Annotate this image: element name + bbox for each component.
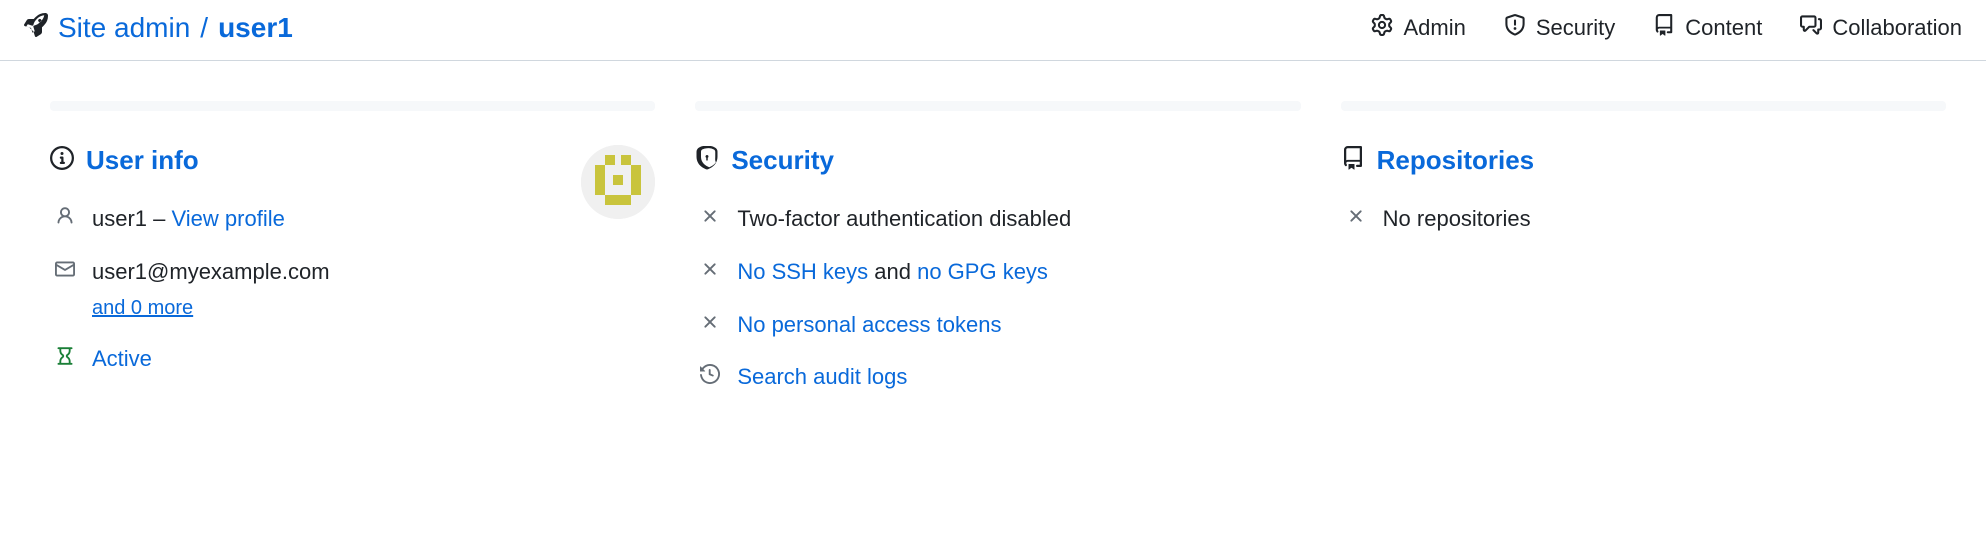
topnav: Admin Security Content Collaboration bbox=[1371, 14, 1962, 42]
history-icon bbox=[699, 364, 721, 384]
breadcrumb-site-admin[interactable]: Site admin bbox=[58, 12, 190, 44]
row-no-repos: No repositories bbox=[1345, 204, 1946, 235]
no-pat-link[interactable]: No personal access tokens bbox=[737, 312, 1001, 337]
panel-security: Security Two-factor authentication disab… bbox=[695, 101, 1300, 415]
hourglass-icon bbox=[54, 346, 76, 366]
nav-content-label: Content bbox=[1685, 15, 1762, 41]
row-username: user1 – View profile bbox=[54, 204, 330, 235]
x-icon bbox=[699, 206, 721, 226]
panel-repos: Repositories No repositories bbox=[1341, 101, 1946, 415]
x-icon bbox=[1345, 206, 1367, 226]
username-text: user1 bbox=[92, 206, 147, 231]
panel-userinfo-header: User info bbox=[50, 145, 330, 176]
panel-topbar bbox=[695, 101, 1300, 111]
no-gpg-link[interactable]: no GPG keys bbox=[917, 259, 1048, 284]
nav-security-label: Security bbox=[1536, 15, 1615, 41]
panel-userinfo-title[interactable]: User info bbox=[86, 145, 199, 176]
x-icon bbox=[699, 259, 721, 279]
and-text: and bbox=[868, 259, 917, 284]
no-repos-text: No repositories bbox=[1383, 204, 1946, 235]
rocket-icon bbox=[24, 12, 48, 44]
row-email: user1@myexample.com and 0 more bbox=[54, 257, 330, 323]
nav-admin[interactable]: Admin bbox=[1371, 14, 1465, 42]
breadcrumb-sep: / bbox=[200, 12, 208, 44]
repo-icon bbox=[1653, 14, 1675, 42]
row-active: Active bbox=[54, 344, 330, 375]
view-profile-link[interactable]: View profile bbox=[172, 206, 285, 231]
panel-topbar bbox=[1341, 101, 1946, 111]
info-icon bbox=[50, 146, 74, 176]
nav-collaboration-label: Collaboration bbox=[1832, 15, 1962, 41]
panel-security-header: Security bbox=[695, 145, 1300, 176]
repo-icon bbox=[1341, 146, 1365, 176]
panel-repos-title[interactable]: Repositories bbox=[1377, 145, 1535, 176]
audit-link[interactable]: Search audit logs bbox=[737, 364, 907, 389]
shield-lock-icon bbox=[695, 146, 719, 176]
email-text: user1@myexample.com bbox=[92, 259, 330, 284]
row-pat: No personal access tokens bbox=[699, 310, 1300, 341]
content: User info user1 – View profile bbox=[0, 61, 1986, 455]
panel-repos-header: Repositories bbox=[1341, 145, 1946, 176]
breadcrumb-username[interactable]: user1 bbox=[218, 12, 293, 44]
row-twofa: Two-factor authentication disabled bbox=[699, 204, 1300, 235]
mail-icon bbox=[54, 259, 76, 279]
breadcrumb: Site admin / user1 bbox=[24, 12, 293, 44]
twofa-text: Two-factor authentication disabled bbox=[737, 204, 1300, 235]
nav-collaboration[interactable]: Collaboration bbox=[1800, 14, 1962, 42]
discussion-icon bbox=[1800, 14, 1822, 42]
nav-content[interactable]: Content bbox=[1653, 14, 1762, 42]
panel-userinfo: User info user1 – View profile bbox=[50, 101, 655, 415]
x-icon bbox=[699, 312, 721, 332]
row-audit: Search audit logs bbox=[699, 362, 1300, 393]
and-more-link[interactable]: and 0 more bbox=[92, 294, 193, 322]
no-ssh-link[interactable]: No SSH keys bbox=[737, 259, 868, 284]
dash: – bbox=[147, 206, 171, 231]
panel-topbar bbox=[50, 101, 655, 111]
avatar bbox=[581, 145, 655, 219]
row-keys: No SSH keys and no GPG keys bbox=[699, 257, 1300, 288]
shield-icon bbox=[1504, 14, 1526, 42]
nav-security[interactable]: Security bbox=[1504, 14, 1615, 42]
topbar: Site admin / user1 Admin Security Conten… bbox=[0, 0, 1986, 61]
panel-security-title[interactable]: Security bbox=[731, 145, 834, 176]
person-icon bbox=[54, 206, 76, 226]
gear-icon bbox=[1371, 14, 1393, 42]
nav-admin-label: Admin bbox=[1403, 15, 1465, 41]
active-link[interactable]: Active bbox=[92, 346, 152, 371]
